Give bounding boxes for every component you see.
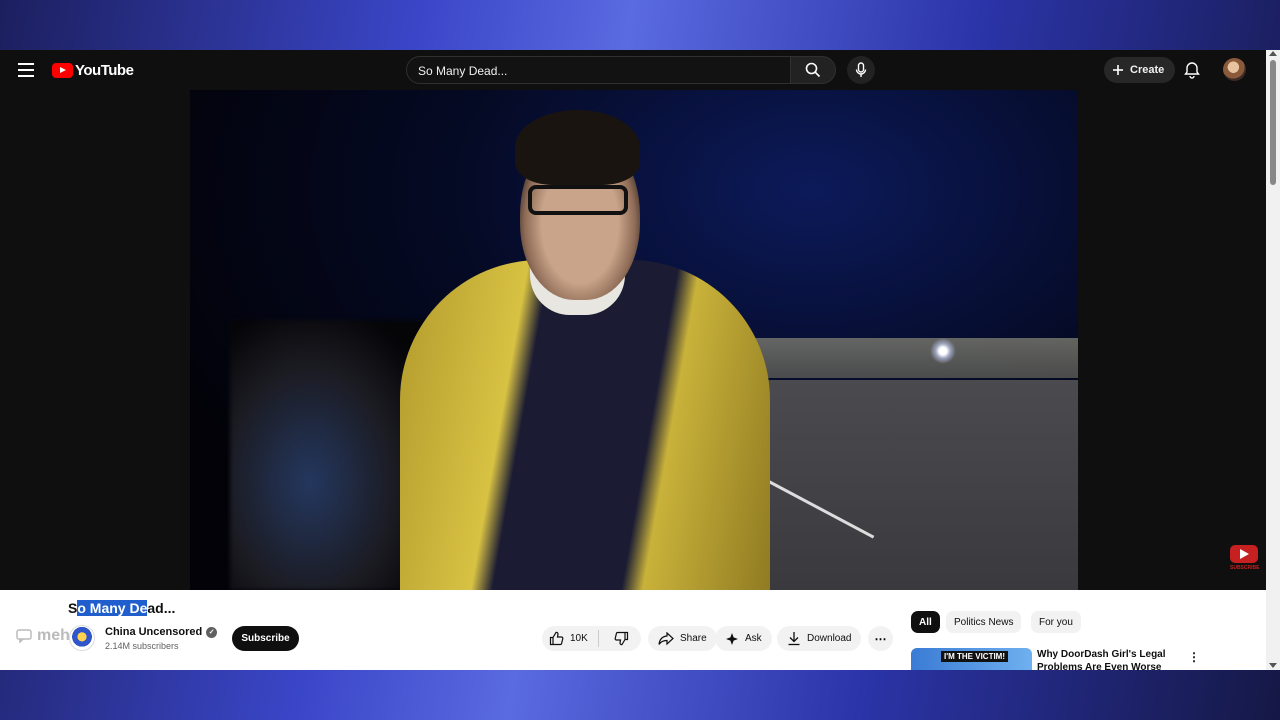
recommendation-title[interactable]: Why DoorDash Girl's Legal Problems Are E… [1037, 648, 1167, 670]
verified-icon: ✓ [206, 626, 218, 638]
scrollbar-thumb[interactable] [1270, 60, 1276, 185]
overlay-watermark-text: meh [37, 627, 70, 644]
menu-icon[interactable] [18, 63, 34, 77]
microphone-icon [855, 62, 867, 77]
voice-search-button[interactable] [847, 56, 875, 84]
share-button[interactable]: Share [648, 626, 717, 651]
notifications-bell-icon[interactable] [1183, 61, 1201, 84]
video-title[interactable]: So Many Dead... [68, 600, 175, 616]
ask-label: Ask [745, 633, 762, 644]
plus-icon [1113, 65, 1123, 75]
account-avatar[interactable] [1223, 58, 1246, 81]
download-button[interactable]: Download [777, 626, 862, 651]
video-player[interactable] [190, 90, 1078, 590]
page-scrollbar[interactable] [1266, 50, 1280, 670]
title-prefix: S [68, 600, 78, 616]
scroll-up-arrow-icon[interactable] [1269, 51, 1277, 56]
youtube-subscribe-icon [1230, 545, 1258, 563]
video-scene-hair [515, 110, 640, 185]
chip-politics-news[interactable]: Politics News [946, 611, 1022, 633]
title-selection: o Many De [77, 600, 148, 616]
more-horizontal-icon: ⋯ [874, 631, 887, 646]
youtube-logo[interactable]: YouTube [52, 62, 134, 79]
search-icon [805, 62, 821, 78]
chat-icon [16, 629, 32, 643]
subscriber-count: 2.14M subscribers [105, 641, 179, 651]
share-label: Share [680, 633, 707, 644]
thumbs-up-icon [549, 631, 564, 646]
dislike-button[interactable] [605, 631, 629, 646]
chip-all[interactable]: All [911, 611, 940, 633]
search-button[interactable] [790, 56, 836, 84]
thumbs-down-icon [614, 631, 628, 646]
more-vertical-icon[interactable]: ⋮ [1188, 650, 1200, 664]
like-button[interactable]: 10K [542, 630, 599, 647]
download-label: Download [807, 633, 852, 644]
chip-for-you[interactable]: For you [1031, 611, 1081, 633]
video-info-panel: So Many Dead... meh China Uncensored ✓ 2… [0, 590, 1266, 670]
browser-window: YouTube So Many Dead... Create SUBSCRIBE… [0, 50, 1280, 670]
channel-avatar[interactable] [69, 625, 95, 651]
thumbnail-text: I'M THE VICTIM! [941, 651, 1009, 662]
channel-name-text: China Uncensored [105, 626, 203, 638]
search-input[interactable]: So Many Dead... [406, 56, 791, 84]
create-button[interactable]: Create [1104, 57, 1176, 83]
masthead: YouTube So Many Dead... Create [0, 50, 1266, 90]
youtube-play-icon [52, 63, 73, 78]
channel-watermark[interactable]: SUBSCRIBE [1230, 545, 1260, 575]
video-scene-lamp [930, 338, 956, 364]
download-icon [788, 632, 800, 646]
scroll-down-arrow-icon[interactable] [1269, 663, 1277, 668]
like-dislike-group: 10K [542, 626, 641, 651]
sparkle-icon [726, 632, 738, 645]
subscribe-button[interactable]: Subscribe [232, 626, 299, 651]
watermark-label: SUBSCRIBE [1230, 565, 1260, 571]
like-count: 10K [570, 633, 588, 644]
recommendation-thumbnail[interactable]: I'M THE VICTIM! [911, 648, 1032, 670]
channel-name[interactable]: China Uncensored ✓ [105, 626, 218, 638]
logo-text: YouTube [75, 62, 134, 79]
video-scene-glasses [528, 185, 628, 215]
title-suffix: ad... [147, 600, 176, 616]
share-icon [658, 631, 674, 645]
more-actions-button[interactable]: ⋯ [868, 626, 893, 651]
overlay-watermark: meh [16, 627, 70, 645]
create-label: Create [1130, 64, 1165, 76]
ask-button[interactable]: Ask [715, 626, 772, 651]
